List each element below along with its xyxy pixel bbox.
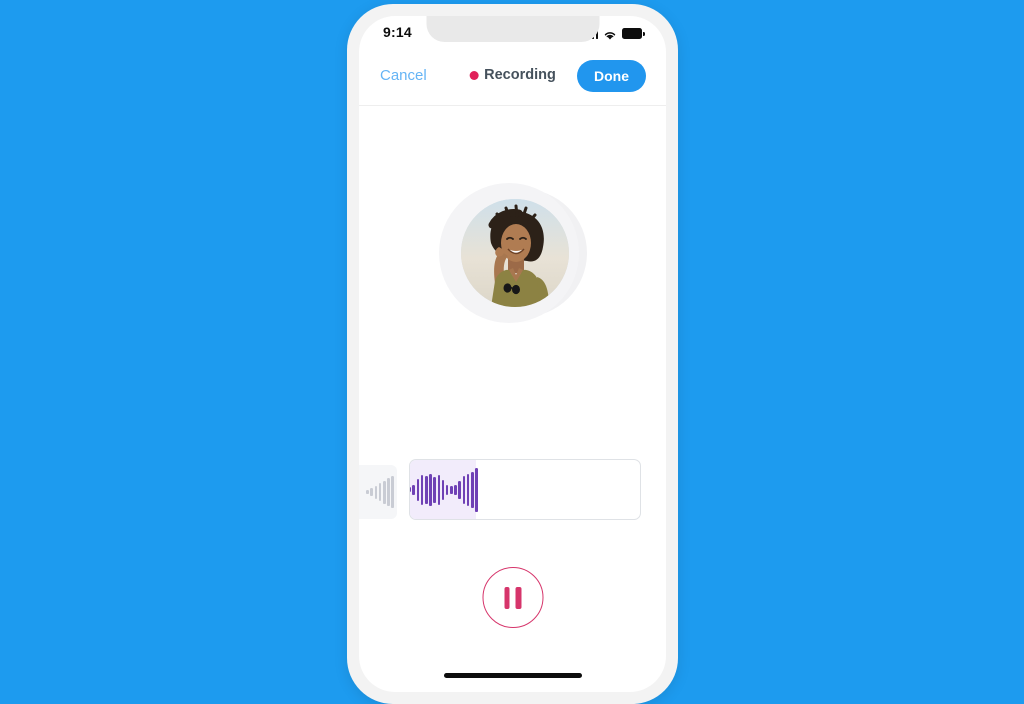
status-bar-time: 9:14 [383, 24, 412, 40]
waveform-card[interactable] [409, 459, 641, 520]
phone-screen: 9:14 Cancel Recording Done [359, 16, 666, 692]
recording-dot-icon [469, 70, 479, 80]
previous-waveform-thumbnail[interactable] [359, 465, 397, 519]
avatar-photo [460, 199, 569, 307]
cancel-button[interactable]: Cancel [380, 67, 427, 84]
wifi-icon [603, 28, 617, 40]
navigation-bar: Cancel Recording Done [359, 50, 666, 106]
avatar [438, 183, 587, 323]
done-button[interactable]: Done [577, 60, 646, 92]
previous-waveform-bars [366, 476, 394, 508]
recording-status-label: Recording [484, 67, 556, 83]
pause-recording-button[interactable] [482, 567, 543, 628]
pause-bar-left [504, 586, 510, 609]
recording-status-indicator: Recording [469, 67, 556, 83]
device-notch [426, 16, 599, 42]
active-waveform-segment [410, 460, 478, 519]
phone-device-frame: 9:14 Cancel Recording Done [347, 4, 678, 704]
battery-icon [622, 28, 645, 39]
active-waveform-bars [410, 467, 478, 512]
pause-bar-right [515, 586, 521, 609]
home-indicator [443, 673, 582, 678]
waveform-row [359, 459, 666, 525]
